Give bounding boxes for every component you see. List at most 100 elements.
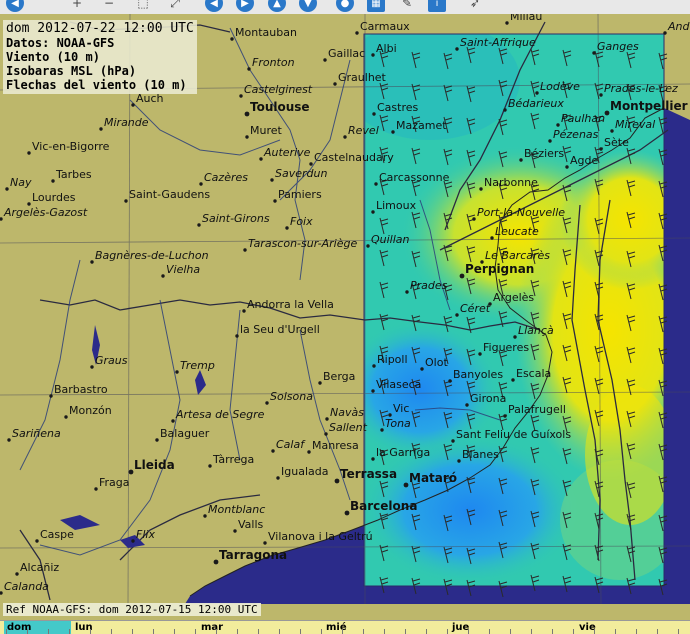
place-dot	[333, 82, 337, 86]
place-label: Vilaseca	[376, 378, 421, 391]
tools-icon[interactable]: ✎	[398, 0, 416, 12]
timeline-tick	[279, 629, 280, 634]
zoom-minus-icon[interactable]: −	[100, 0, 118, 12]
place-label: Sariñena	[12, 427, 61, 440]
place-dot	[457, 459, 461, 463]
zoom-plus-icon[interactable]: +	[68, 0, 86, 12]
place-dot	[604, 110, 610, 116]
place-label: Albi	[376, 42, 397, 55]
place-dot	[344, 510, 350, 516]
place-label: Tarbes	[55, 168, 92, 181]
timeline-tick	[594, 629, 595, 634]
place-dot	[455, 47, 459, 51]
pan-up-icon[interactable]: ▲	[268, 0, 286, 12]
place-label: Llançà	[518, 324, 554, 337]
timeline-tick	[363, 629, 364, 634]
place-label: Tarascon-sur-Ariège	[248, 237, 357, 250]
timeline-tick	[678, 629, 679, 634]
zoom-reset-icon[interactable]: ⤢	[166, 0, 184, 12]
place-label: Foix	[290, 215, 313, 228]
timeline-tick	[216, 629, 217, 634]
place-dot	[7, 438, 11, 442]
timeline-tick	[111, 629, 112, 634]
place-dot	[235, 334, 239, 338]
place-label: Vilanova i la Geltrú	[268, 530, 373, 543]
timeline-day-jue[interactable]: jue	[449, 621, 469, 634]
place-dot	[556, 123, 560, 127]
timeline-marker[interactable]	[40, 621, 71, 634]
isobars-layer-label: Isobaras MSL (hPa)	[6, 64, 137, 78]
place-dot	[90, 260, 94, 264]
timeline-day-mar[interactable]: mar	[198, 621, 223, 634]
place-dot	[405, 290, 409, 294]
place-dot	[273, 199, 277, 203]
place-dot	[479, 187, 483, 191]
place-label: Fronton	[252, 56, 295, 69]
table-icon[interactable]: ▦	[367, 0, 385, 12]
zoom-box-icon[interactable]: ⬚	[134, 0, 152, 12]
place-label: Carmaux	[360, 20, 410, 33]
place-label: Auterive	[263, 146, 311, 159]
place-dot	[265, 401, 269, 405]
place-label: Manresa	[312, 439, 359, 452]
place-dot	[244, 111, 250, 117]
place-label: Monzón	[69, 404, 112, 417]
place-dot	[548, 139, 552, 143]
place-dot	[175, 370, 179, 374]
timeline-tick	[342, 629, 343, 634]
map-toolbar: ◀ + − ⬚ ⤢ ◀ ▶ ▲ ▼ ● ▦ ✎ i ➶	[0, 0, 690, 14]
place-label: Muret	[250, 124, 283, 137]
place-label: Palafrugell	[508, 403, 566, 416]
place-label: Lleida	[134, 458, 175, 472]
place-dot	[371, 457, 375, 461]
place-dot	[5, 187, 9, 191]
place-label: Berga	[323, 370, 355, 383]
place-label: Terrassa	[340, 467, 397, 481]
place-label: Tremp	[180, 359, 215, 372]
timeline-tick	[6, 629, 7, 634]
pan-left-icon[interactable]: ◀	[205, 0, 223, 12]
timeline-day-mie[interactable]: mié	[323, 621, 347, 634]
timeline-tick	[174, 629, 175, 634]
place-label: Mataró	[409, 471, 457, 485]
rocket-icon[interactable]: ➶	[466, 0, 484, 12]
zoom-in-icon[interactable]: ◀	[6, 0, 24, 12]
info-icon[interactable]: i	[428, 0, 446, 12]
place-dot	[490, 236, 494, 240]
timeline-day-vie[interactable]: vie	[576, 621, 596, 634]
place-label: Pamiers	[278, 188, 322, 201]
place-label: Anduze	[667, 20, 690, 33]
place-dot	[371, 389, 375, 393]
timeline[interactable]: dom lun mar mié jue vie	[0, 620, 690, 634]
place-label: Castres	[377, 101, 419, 114]
place-label: Calaf	[276, 438, 306, 451]
place-label: Saint-Gaudens	[129, 188, 210, 201]
place-dot	[511, 378, 515, 382]
place-label: Castelginest	[244, 83, 313, 96]
place-label: Banyoles	[453, 368, 503, 381]
wind-layer-label: Viento (10 m)	[6, 50, 100, 64]
timeline-day-label: mié	[326, 622, 347, 633]
timeline-day-dom[interactable]: dom	[4, 621, 43, 634]
place-dot	[372, 112, 376, 116]
timeline-tick	[195, 629, 196, 634]
place-dot	[451, 439, 455, 443]
place-dot	[599, 93, 603, 97]
place-label: Sant Feliu de Guíxols	[456, 428, 571, 441]
timeline-tick	[531, 629, 532, 634]
weather-map[interactable]: Montauban Carmaux Millau Anduze Albi Gaillac S…	[0, 14, 690, 604]
place-label: Le Barcarès	[485, 249, 550, 262]
place-label: Tona	[385, 417, 411, 430]
timeline-tick	[27, 629, 28, 634]
place-dot	[503, 108, 507, 112]
timeline-tick	[321, 629, 322, 634]
pan-right-icon[interactable]: ▶	[236, 0, 254, 12]
pan-down-icon[interactable]: ▼	[299, 0, 317, 12]
layers-icon[interactable]: ●	[336, 0, 354, 12]
place-label: Limoux	[376, 199, 417, 212]
place-dot	[247, 67, 251, 71]
place-label: Vielha	[166, 263, 200, 276]
timeline-tick	[69, 629, 70, 634]
place-dot	[448, 379, 452, 383]
place-dot	[213, 559, 219, 565]
